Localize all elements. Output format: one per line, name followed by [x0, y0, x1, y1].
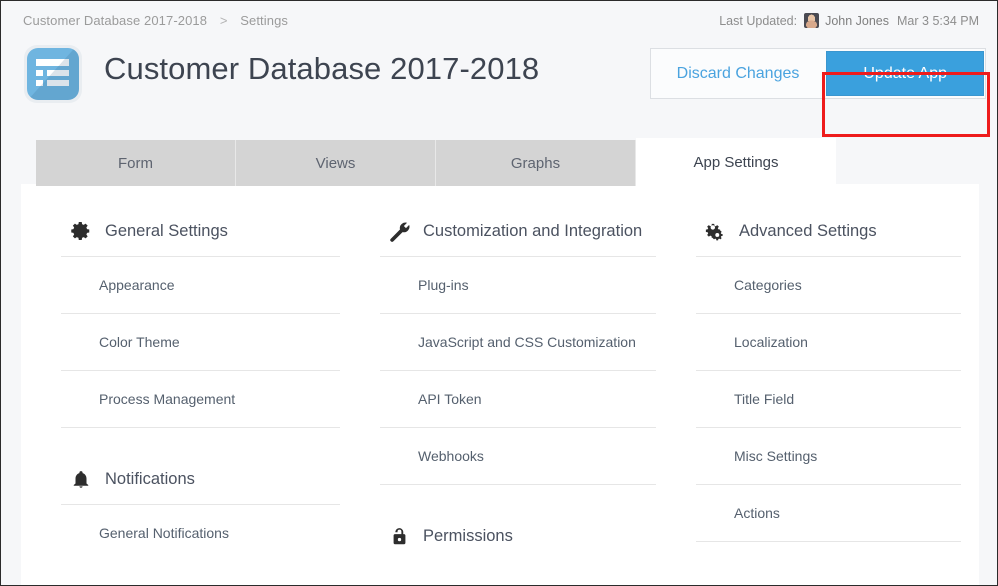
tab-bar: Form Views Graphs App Settings [36, 138, 836, 186]
settings-item-color-theme[interactable]: Color Theme [61, 314, 340, 370]
breadcrumb: Customer Database 2017-2018 > Settings [23, 13, 288, 28]
section-title: Permissions [423, 526, 513, 545]
discard-changes-button[interactable]: Discard Changes [651, 49, 826, 98]
last-updated-label: Last Updated: [719, 13, 798, 28]
last-updated-user: John Jones [825, 13, 890, 28]
tab-form[interactable]: Form [36, 140, 236, 186]
settings-item-localization[interactable]: Localization [696, 314, 961, 370]
settings-item-categories[interactable]: Categories [696, 257, 961, 313]
settings-item-general-notifications[interactable]: General Notifications [61, 505, 340, 561]
tab-graphs[interactable]: Graphs [436, 140, 636, 186]
last-updated-date: Mar 3 5:34 PM [897, 13, 979, 28]
settings-item-actions[interactable]: Actions [696, 485, 961, 541]
breadcrumb-item-app[interactable]: Customer Database 2017-2018 [23, 13, 207, 28]
tab-app-settings[interactable]: App Settings [636, 138, 836, 186]
user-photo-avatar [804, 13, 820, 28]
double-gear-icon [702, 218, 728, 244]
page-title: Customer Database 2017-2018 [104, 51, 540, 86]
gear-icon [68, 218, 94, 244]
settings-item-javascript-and-css-customization[interactable]: JavaScript and CSS Customization [380, 314, 656, 370]
header-actions: Discard Changes Update App [649, 48, 986, 99]
section-title: Advanced Settings [739, 221, 877, 240]
section-header-advanced-settings: Advanced Settings [696, 206, 961, 256]
settings-column-1: General Settings Appearance Color Theme … [21, 206, 358, 561]
settings-item-webhooks[interactable]: Webhooks [380, 428, 656, 484]
section-header-notifications: Notifications [61, 454, 340, 504]
section-title: General Settings [105, 221, 228, 240]
settings-item-plug-ins[interactable]: Plug-ins [380, 257, 656, 313]
section-title: Customization and Integration [423, 221, 643, 240]
tab-views[interactable]: Views [236, 140, 436, 186]
last-updated-status: Last Updated: John Jones Mar 3 5:34 PM [719, 13, 979, 28]
wrench-icon [386, 218, 412, 244]
section-title: Notifications [105, 469, 195, 488]
settings-item-api-token[interactable]: API Token [380, 371, 656, 427]
breadcrumb-item-settings[interactable]: Settings [240, 13, 288, 28]
settings-column-3: Advanced Settings Categories Localizatio… [674, 206, 979, 561]
breadcrumb-separator: > [219, 13, 228, 28]
section-header-general-settings: General Settings [61, 206, 340, 256]
lock-open-icon [386, 523, 412, 549]
section-header-customization-and-integration: Customization and Integration [380, 206, 656, 256]
settings-item-process-management[interactable]: Process Management [61, 371, 340, 427]
section-header-permissions: Permissions [380, 511, 656, 561]
divider [696, 541, 961, 542]
settings-item-appearance[interactable]: Appearance [61, 257, 340, 313]
bell-icon [68, 466, 94, 492]
settings-panel: General Settings Appearance Color Theme … [21, 184, 979, 585]
app-header: Customer Database 2017-2018 Discard Chan… [1, 33, 997, 137]
app-window: Customer Database 2017-2018 > Settings L… [0, 0, 998, 586]
settings-column-2: Customization and Integration Plug-ins J… [358, 206, 674, 561]
update-app-button[interactable]: Update App [826, 51, 984, 96]
settings-item-title-field[interactable]: Title Field [696, 371, 961, 427]
settings-item-misc-settings[interactable]: Misc Settings [696, 428, 961, 484]
app-list-icon [24, 45, 82, 103]
